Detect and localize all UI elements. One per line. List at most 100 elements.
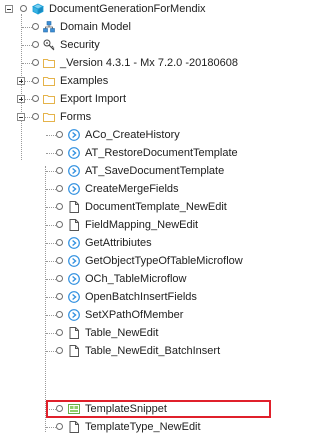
status-circle-icon [32,41,39,48]
collapse-forms-toggle[interactable] [17,113,25,121]
tree-label: ACo_CreateHistory [85,129,180,141]
tree-node-getattribiutes[interactable]: GetAttribiutes [0,234,305,252]
security-key-icon [43,39,55,51]
page-icon [69,201,79,213]
tree-node-at-savedocumenttemplate[interactable]: AT_SaveDocumentTemplate [0,162,305,180]
collapse-root-toggle[interactable] [5,5,13,13]
tree-branch-line [22,63,32,64]
page-icon [69,421,79,433]
tree-branch-line [46,297,56,298]
tree-branch-line [46,189,56,190]
page-icon [69,345,79,357]
tree-node-version-folder[interactable]: _Version 4.3.1 - Mx 7.2.0 -20180608 [0,54,305,72]
microflow-icon [68,255,80,267]
status-circle-icon [56,329,63,336]
tree-label: OCh_TableMicroflow [85,273,187,285]
tree-label: Table_NewEdit [85,327,159,339]
project-explorer-tree: DocumentGenerationForMendix Domain Model… [0,0,305,441]
expand-export-import-toggle[interactable] [17,95,25,103]
tree-branch-line [46,315,56,316]
status-circle-icon [32,77,39,84]
tree-branch-line [46,207,56,208]
tree-node-security[interactable]: Security [0,36,305,54]
tree-node-examples[interactable]: Examples [0,72,305,90]
tree-label: GetAttribiutes [85,237,152,249]
status-circle-icon [20,5,27,12]
status-circle-icon [32,113,39,120]
status-circle-icon [56,221,63,228]
tree-branch-line [46,225,56,226]
tree-label-root: DocumentGenerationForMendix [49,3,206,15]
tree-node-setxpathofmember[interactable]: SetXPathOfMember [0,306,305,324]
tree-label-domain-model: Domain Model [60,21,131,33]
tree-node-forms[interactable]: Forms [0,108,305,126]
tree-node-at-restoredocumenttemplate[interactable]: AT_RestoreDocumentTemplate [0,144,305,162]
folder-icon [43,77,55,86]
tree-label: OpenBatchInsertFields [85,291,197,303]
tree-branch-line [22,45,32,46]
status-circle-icon [56,167,63,174]
tree-node-root[interactable]: DocumentGenerationForMendix [0,0,305,18]
tree-branch-line [46,171,56,172]
tree-node-table-newedit[interactable]: Table_NewEdit [0,324,305,342]
module-icon [32,3,44,15]
tree-label-security: Security [60,39,100,51]
tree-branch-line [46,351,56,352]
microflow-icon [68,183,80,195]
folder-icon [43,59,55,68]
tree-label: AT_RestoreDocumentTemplate [85,147,238,159]
tree-label: FieldMapping_NewEdit [85,219,199,231]
tree-label: GetObjectTypeOfTableMicroflow [85,255,243,267]
status-circle-icon [56,293,63,300]
status-circle-icon [32,23,39,30]
status-circle-icon [56,347,63,354]
tree-node-aco-createhistory[interactable]: ACo_CreateHistory [0,126,305,144]
microflow-icon [68,237,80,249]
page-icon [69,327,79,339]
tree-node-export-import[interactable]: Export Import [0,90,305,108]
microflow-icon [68,165,80,177]
tree-node-getobjecttypeoftablemicroflow[interactable]: GetObjectTypeOfTableMicroflow [0,252,305,270]
status-circle-icon [56,275,63,282]
folder-icon [43,95,55,104]
tree-label-export-import: Export Import [60,93,127,105]
tree-node-domain-model[interactable]: Domain Model [0,18,305,36]
status-circle-icon [32,95,39,102]
tree-node-documenttemplate-newedit[interactable]: DocumentTemplate_NewEdit [0,198,305,216]
tree-label-forms: Forms [60,111,92,123]
tree-branch-line [46,153,56,154]
status-circle-icon [56,131,63,138]
status-circle-icon [56,185,63,192]
tree-branch-line [46,135,56,136]
selection-highlight-box [46,400,271,418]
tree-node-fieldmapping-newedit[interactable]: FieldMapping_NewEdit [0,216,305,234]
tree-branch-line [46,261,56,262]
domain-model-icon [43,21,55,33]
status-circle-icon [56,149,63,156]
tree-label: TemplateType_NewEdit [85,421,201,433]
microflow-icon [68,309,80,321]
tree-label: CreateMergeFields [85,183,179,195]
status-circle-icon [56,311,63,318]
tree-label: AT_SaveDocumentTemplate [85,165,225,177]
status-circle-icon [56,239,63,246]
tree-branch-line [46,243,56,244]
microflow-icon [68,147,80,159]
folder-icon [43,113,55,122]
status-circle-icon [56,257,63,264]
expand-examples-toggle[interactable] [17,77,25,85]
tree-node-och-tablemicroflow[interactable]: OCh_TableMicroflow [0,270,305,288]
tree-node-templatetype-newedit[interactable]: TemplateType_NewEdit [0,418,305,436]
tree-node-createmergefields[interactable]: CreateMergeFields [0,180,305,198]
microflow-icon [68,129,80,141]
tree-branch-line [46,279,56,280]
tree-label: SetXPathOfMember [85,309,184,321]
tree-node-table-newedit-batchinsert[interactable]: Table_NewEdit_BatchInsert [0,342,305,360]
tree-label-version: _Version 4.3.1 - Mx 7.2.0 -20180608 [60,57,238,69]
tree-branch-line [22,27,32,28]
status-circle-icon [56,203,63,210]
tree-label: DocumentTemplate_NewEdit [85,201,227,213]
tree-label-examples: Examples [60,75,109,87]
tree-branch-line [46,333,56,334]
tree-node-openbatchinsertfields[interactable]: OpenBatchInsertFields [0,288,305,306]
